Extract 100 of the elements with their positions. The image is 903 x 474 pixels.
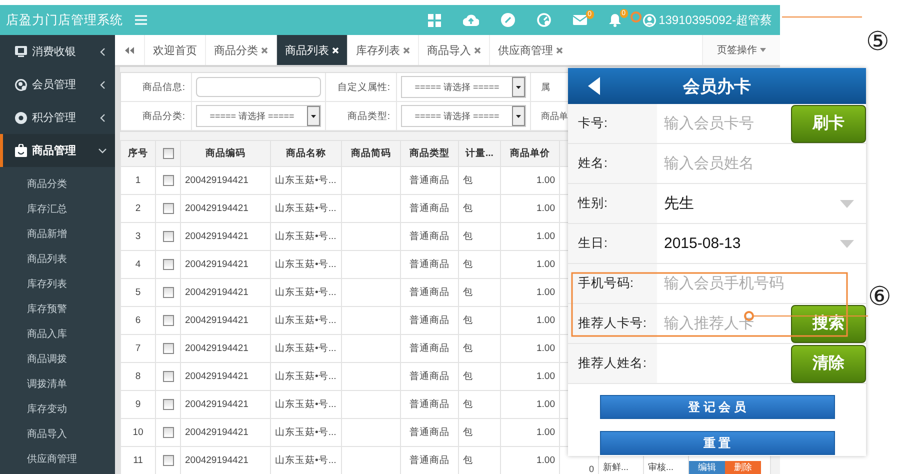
table-cell: 200429194421 — [185, 259, 248, 270]
caret-icon — [311, 114, 316, 118]
row-checkbox[interactable] — [162, 314, 174, 326]
sidebar-subitem[interactable]: 商品入库 — [0, 322, 115, 347]
menu-icon[interactable] — [135, 15, 147, 25]
tab-actions-dropdown[interactable]: 页签操作 — [702, 35, 780, 65]
double-left-arrow-icon[interactable] — [125, 46, 134, 54]
table-cell: 普通商品 — [410, 175, 450, 186]
tab[interactable]: 供应商管理 — [489, 35, 571, 65]
edit-button[interactable]: 编辑 — [690, 461, 725, 474]
sidebar-subitem[interactable]: 库存列表 — [0, 272, 115, 297]
table-cell: 1.00 — [536, 287, 555, 298]
sidebar-subitem[interactable]: 库存汇总 — [0, 197, 115, 222]
table-cell: 山东玉菇•号... — [275, 175, 336, 186]
sidebar-subitem[interactable]: 商品导入 — [0, 422, 115, 447]
select-field[interactable]: ===== 请选择 ===== — [401, 105, 526, 127]
table-cell: 审核... — [648, 462, 674, 472]
link-icon[interactable] — [500, 13, 515, 27]
row-checkbox[interactable] — [162, 174, 174, 186]
select-field[interactable]: ===== 请选择 ===== — [196, 105, 321, 127]
table-cell: 山东玉菇•号... — [275, 371, 336, 382]
select-field[interactable]: 2015-08-13 — [657, 224, 866, 263]
user-icon[interactable] — [642, 14, 656, 26]
sidebar-subitem[interactable]: 商品调拨 — [0, 347, 115, 372]
table-cell: 200429194421 — [185, 371, 248, 382]
row-number: 4 — [135, 259, 141, 270]
column-header: 商品类型 — [410, 148, 450, 159]
table-cell: 山东玉菇•号... — [275, 231, 336, 242]
select-field[interactable]: ===== 请选择 ===== — [401, 76, 526, 98]
table-cell: 0 — [588, 464, 594, 474]
select-field[interactable]: 先生 — [657, 184, 866, 223]
sidebar-item[interactable]: 消费收银 — [0, 35, 115, 68]
submit-button[interactable]: 重 置 — [600, 431, 834, 455]
row-number: 11 — [133, 455, 143, 466]
sidebar-subitem[interactable]: 调拨清单 — [0, 372, 115, 397]
row-number: 7 — [135, 343, 141, 354]
tab[interactable]: 商品导入 — [418, 35, 489, 65]
gauge-icon[interactable] — [536, 13, 551, 27]
sidebar-item[interactable]: 会员管理 — [0, 68, 115, 101]
row-number: 6 — [135, 315, 141, 326]
table-cell: 普通商品 — [410, 315, 450, 326]
sidebar-item[interactable]: 商品管理 — [0, 134, 115, 167]
chevron-icon — [98, 148, 106, 153]
table-cell: 包 — [463, 399, 473, 410]
table-cell: 包 — [463, 231, 473, 242]
table-cell: 1.00 — [536, 175, 555, 186]
row-checkbox[interactable] — [162, 398, 174, 410]
sidebar-subitem[interactable]: 库存变动 — [0, 397, 115, 422]
mail-icon[interactable] — [572, 15, 587, 25]
row-number: 1 — [135, 175, 141, 186]
dialog-title: 会员办卡 — [682, 76, 752, 98]
row-checkbox[interactable] — [162, 426, 174, 438]
table-cell: 1.00 — [536, 427, 555, 438]
member-icon — [15, 78, 27, 90]
table-cell: 山东玉菇•号... — [275, 203, 336, 214]
row-checkbox[interactable] — [162, 454, 174, 466]
tab[interactable]: 商品列表 — [276, 35, 347, 65]
field-label: 姓名: — [568, 144, 657, 183]
sidebar-subitem[interactable]: 库存预警 — [0, 297, 115, 322]
field-label: 手机号码: — [568, 264, 657, 303]
filter-label: 商品信息: — [141, 80, 186, 94]
row-number: 5 — [135, 287, 141, 298]
table-cell: 包 — [463, 371, 473, 382]
sidebar-subitem[interactable]: 商品分类 — [0, 172, 115, 197]
cloud-upload-icon[interactable] — [462, 14, 479, 26]
points-icon — [15, 112, 27, 124]
field-label: 推荐人卡号: — [568, 304, 657, 343]
sidebar-item[interactable]: 积分管理 — [0, 101, 115, 134]
sidebar-subitem[interactable]: 供应商管理 — [0, 447, 115, 472]
sidebar-subitem[interactable]: 商品新增 — [0, 222, 115, 247]
table-cell: 200429194421 — [185, 231, 248, 242]
table-cell: 200429194421 — [185, 203, 248, 214]
table-cell: 山东玉菇•号... — [275, 259, 336, 270]
row-checkbox[interactable] — [162, 342, 174, 354]
row-checkbox[interactable] — [162, 230, 174, 242]
row-checkbox[interactable] — [162, 202, 174, 214]
table-cell: 普通商品 — [410, 343, 450, 354]
filter-label: 商品分类: — [141, 110, 186, 122]
sidebar-subitem[interactable]: 商品列表 — [0, 247, 115, 272]
select-all-checkbox[interactable] — [162, 148, 174, 159]
column-header: 序号 — [128, 148, 148, 159]
submit-button[interactable]: 登 记 会 员 — [600, 395, 834, 419]
bell-icon[interactable] — [608, 14, 621, 26]
tab[interactable]: 欢迎首页 — [144, 35, 205, 65]
tab[interactable]: 库存列表 — [347, 35, 418, 65]
table-cell: 包 — [463, 455, 473, 466]
row-checkbox[interactable] — [162, 258, 174, 270]
row-checkbox[interactable] — [162, 286, 174, 298]
table-cell: 普通商品 — [410, 399, 450, 410]
table-cell: 包 — [463, 343, 473, 354]
table-cell: 1.00 — [536, 203, 555, 214]
filter-label: 自定义属性: — [336, 80, 391, 94]
back-arrow-icon[interactable] — [588, 77, 600, 95]
grid-icon[interactable] — [428, 14, 441, 26]
caret-icon — [840, 240, 854, 248]
input-field[interactable] — [196, 77, 321, 97]
table-cell: 包 — [463, 259, 473, 270]
column-header: 商品简码 — [351, 148, 391, 159]
row-checkbox[interactable] — [162, 370, 174, 382]
chevron-icon — [100, 48, 105, 56]
